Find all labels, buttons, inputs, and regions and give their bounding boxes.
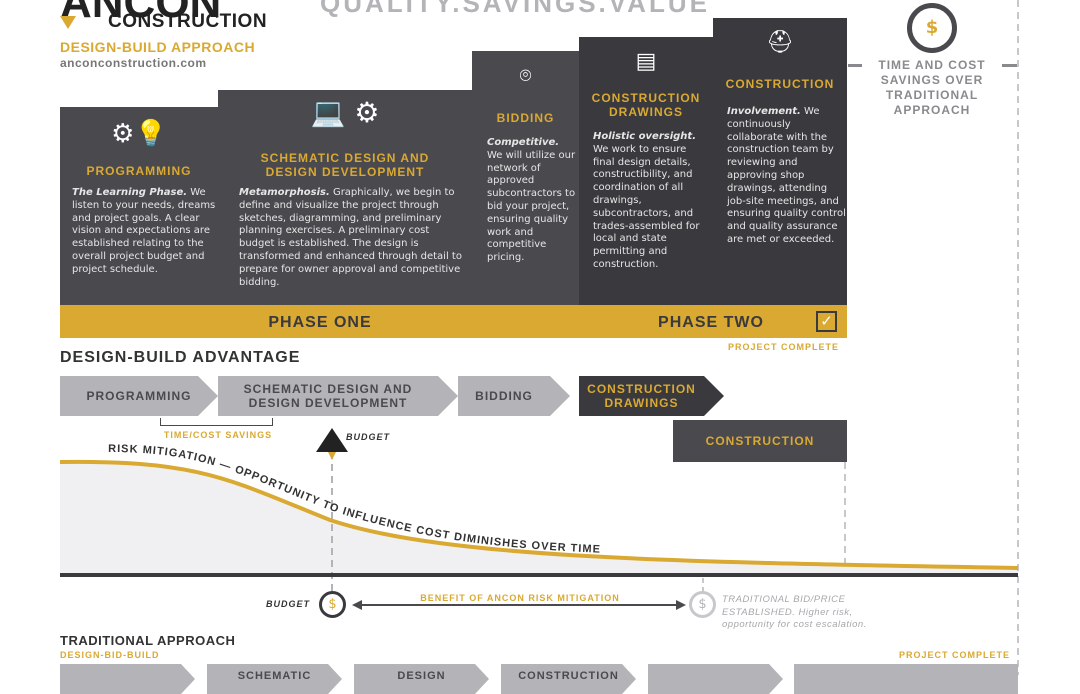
note-line: ESTABLISHED. Higher risk, [722,606,853,618]
traditional-title: TRADITIONAL APPROACH [60,633,236,648]
traditional-box [648,664,783,694]
budget-dollar-label: BUDGET [266,599,310,609]
traditional-box [60,664,195,694]
budget-arrow-icon [316,428,348,452]
risk-curve-chart: RISK MITIGATION — OPPORTUNITY TO INFLUEN… [59,0,1019,675]
traditional-subtitle: DESIGN-BID-BUILD [60,650,160,660]
note-line: TRADITIONAL BID/PRICE [722,594,846,605]
benefit-label: BENEFIT OF ANCON RISK MITIGATION [420,593,620,603]
budget-dollar-icon: $ [319,591,346,618]
traditional-box-design: DESIGN [354,664,489,694]
note-line: opportunity for cost escalation. [722,619,867,630]
risk-area [60,461,1018,575]
traditional-dollar-icon: $ [689,591,716,618]
traditional-note: TRADITIONAL BID/PRICE ESTABLISHED. Highe… [722,594,867,632]
traditional-box-final [794,664,1018,694]
traditional-box-schematic: SCHEMATIC [207,664,342,694]
budget-marker-icon [328,452,336,460]
traditional-box-construction: CONSTRUCTION [501,664,636,694]
traditional-complete: PROJECT COMPLETE [898,650,1010,660]
